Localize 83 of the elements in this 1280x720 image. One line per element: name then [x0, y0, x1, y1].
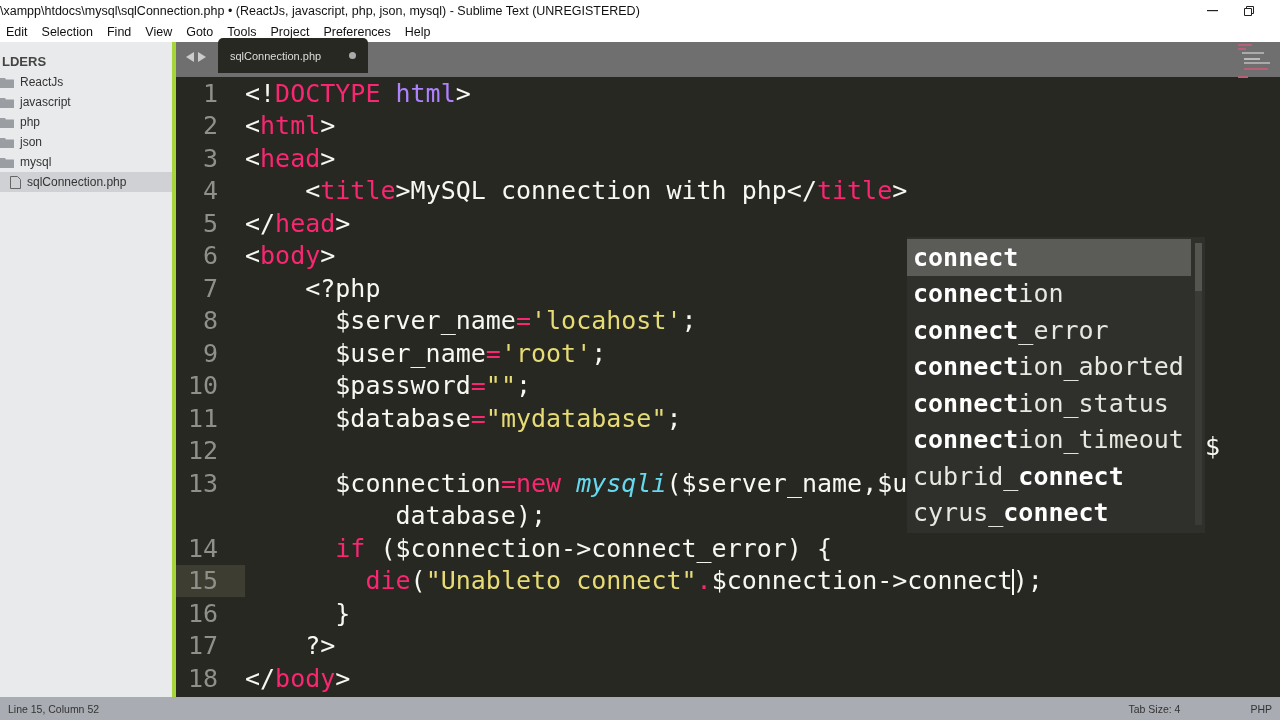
menu-item[interactable]: Edit [6, 25, 35, 39]
scrollbar[interactable] [1195, 243, 1202, 525]
folder-icon [0, 116, 14, 128]
autocomplete-item[interactable]: connection [907, 275, 1191, 312]
line-number: 14 [186, 532, 219, 565]
line-number: 2 [201, 110, 219, 142]
code-line: <html> [245, 111, 336, 141]
autocomplete-item[interactable]: cubrid_connect [907, 458, 1191, 495]
code-line: database); [394, 501, 547, 531]
code-line: } [334, 598, 351, 628]
code-line: </body> [245, 663, 351, 693]
menu-item[interactable]: Selection [41, 25, 100, 39]
sidebar-label: javascript [20, 95, 71, 109]
window-title: \xampp\htdocs\mysql\sqlConnection.php • (ReactJs, javascript, php, json, mysql) - Sublime Text (UNREGISTERED) [0, 4, 640, 18]
menu-item[interactable]: Find [107, 25, 139, 39]
line-number: 1 [201, 77, 219, 110]
cursor-position: Line 15, Column 52 [8, 702, 100, 715]
line-number: 5 [201, 207, 219, 240]
code-line: $connection=new mysqli($server_name,$u [334, 468, 908, 498]
menu-item[interactable]: Help [404, 25, 438, 39]
code-line: $password=""; [334, 371, 531, 401]
line-number: 18 [186, 662, 219, 695]
sidebar-item[interactable]: sqlConnection.php [0, 172, 172, 192]
code-text: $ [1205, 432, 1221, 461]
restore-icon[interactable] [1244, 6, 1254, 16]
code-line: $server_name='locahost'; [334, 306, 697, 336]
code-line: <title>MySQL connection with php</title> [304, 176, 908, 206]
line-number: 9 [201, 337, 219, 370]
code-line: $user_name='root'; [334, 338, 607, 368]
autocomplete-item[interactable]: connection_timeout [907, 421, 1191, 458]
autocomplete-item[interactable]: cyrus_connect [907, 494, 1191, 531]
line-number: 15 [176, 564, 245, 597]
line-number: 16 [186, 597, 219, 630]
sidebar-label: ReactJs [20, 75, 64, 89]
sidebar-item[interactable]: ReactJs [0, 72, 172, 92]
code-line: die("Unableto connect".$connection->connect); [364, 566, 1043, 596]
menu-item[interactable]: Preferences [323, 25, 398, 39]
menu-item[interactable]: Project [270, 25, 317, 39]
code-line: <body> [245, 241, 336, 271]
folder-icon [0, 136, 14, 148]
file-tab[interactable]: sqlConnection.php [218, 38, 368, 73]
sidebar-label: mysql [20, 155, 52, 169]
folder-icon [0, 76, 14, 88]
code-line: <!DOCTYPE html> [245, 78, 471, 108]
syntax-label[interactable]: PHP [1250, 702, 1272, 715]
file-icon [10, 175, 21, 189]
menu-item[interactable]: Goto [186, 25, 221, 39]
line-number: 8 [201, 305, 219, 337]
sidebar-item[interactable]: mysql [0, 152, 172, 172]
code-line: $database="mydatabase"; [334, 403, 682, 433]
line-number: 3 [201, 142, 219, 175]
code-line: ?> [304, 631, 336, 661]
line-number: 7 [201, 272, 219, 305]
sidebar-item[interactable]: json [0, 132, 172, 152]
folder-icon [0, 156, 14, 168]
line-number: 4 [201, 175, 219, 207]
autocomplete-item[interactable]: connection_status [907, 385, 1191, 422]
right-arrow-icon[interactable] [198, 51, 206, 62]
line-number: 13 [186, 467, 219, 500]
autocomplete-item[interactable]: connection_aborted [907, 348, 1191, 385]
line-number: 11 [186, 402, 219, 435]
folder-icon [0, 96, 14, 108]
sidebar-label: json [20, 135, 42, 149]
code-line: if ($connection->connect_error) { [334, 533, 832, 563]
sidebar-item[interactable]: php [0, 112, 172, 132]
menu-item[interactable]: View [145, 25, 180, 39]
line-number: 6 [201, 240, 219, 272]
sidebar-header: LDERS [1, 54, 48, 71]
line-number: 10 [186, 370, 219, 402]
code-line: </head> [245, 208, 351, 238]
code-line: <?php [304, 273, 381, 303]
sidebar-item[interactable]: javascript [0, 92, 172, 112]
autocomplete-item[interactable]: connect_error [907, 312, 1191, 349]
sidebar-label: php [20, 115, 41, 129]
sidebar-label: sqlConnection.php [27, 175, 127, 189]
autocomplete-item[interactable]: connect [907, 239, 1191, 276]
tab-size[interactable]: Tab Size: 4 [1128, 702, 1181, 715]
code-line: <head> [245, 143, 336, 173]
minimize-icon[interactable] [1207, 10, 1218, 12]
line-number: 17 [186, 630, 219, 662]
left-arrow-icon[interactable] [186, 51, 194, 62]
menu-item[interactable]: Tools [227, 25, 264, 39]
line-number: 12 [186, 435, 219, 467]
